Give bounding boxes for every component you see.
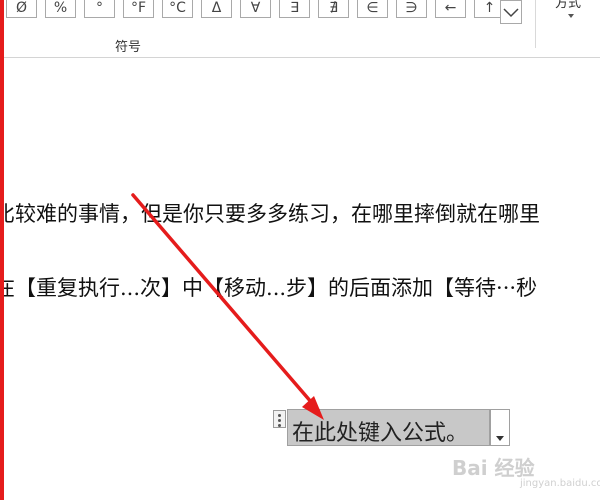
annotation-arrow	[131, 193, 324, 420]
arrow-shaft	[131, 193, 320, 412]
arrow-head	[302, 396, 324, 420]
watermark-url: jingyan.baidu.com	[520, 478, 600, 489]
watermark-logo: Bai 经验	[452, 456, 535, 480]
